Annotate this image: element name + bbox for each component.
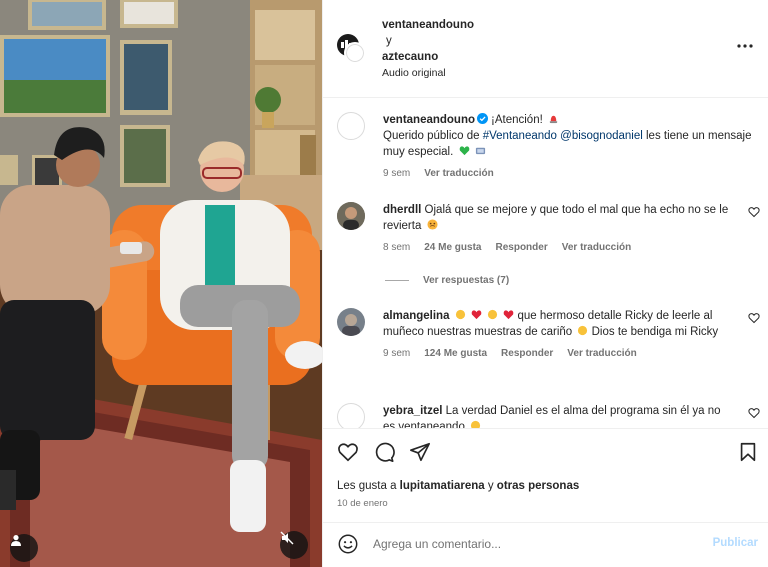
comment-item: almangelina que hermoso detalle Ricky de…	[337, 308, 760, 383]
comment-username[interactable]: dherdll	[383, 204, 421, 216]
avatar-photo	[337, 202, 365, 230]
comment-translate-link[interactable]: Ver traducción	[567, 346, 636, 362]
clap-emoji-icon	[455, 309, 465, 320]
user-tag-icon	[11, 535, 21, 546]
caption-text-start: ¡Atención!	[491, 114, 543, 126]
comment-item: dherdll Ojalá que se mejore y que todo e…	[337, 202, 760, 262]
instagram-post-view: ventaneandouno y aztecauno Audio origina…	[0, 0, 768, 567]
likes-prefix: Les gusta a	[337, 480, 400, 492]
post-media[interactable]	[0, 0, 322, 567]
avatar	[344, 42, 366, 64]
comment-likes[interactable]: 24 Me gusta	[424, 240, 481, 256]
likes-others[interactable]: otras personas	[497, 480, 579, 492]
replies-divider	[385, 280, 409, 281]
user-tag-button[interactable]	[10, 534, 38, 562]
reply-button[interactable]: Responder	[501, 346, 553, 362]
comment-username[interactable]: almangelina	[383, 310, 449, 322]
raised-hands-emoji-icon	[578, 325, 588, 336]
publish-button[interactable]: Publicar	[713, 537, 758, 549]
red-heart-emoji-icon	[471, 310, 482, 320]
likes-user[interactable]: lupitamatiarena	[400, 480, 485, 492]
collab-avatars[interactable]	[337, 34, 373, 70]
comment-translate-link[interactable]: Ver traducción	[562, 240, 631, 256]
tv-emoji-icon	[475, 147, 485, 155]
face-emoji-icon	[427, 219, 438, 230]
emoji-icon[interactable]	[337, 533, 359, 555]
reply-button[interactable]: Responder	[495, 240, 547, 256]
caption-username[interactable]: ventaneandouno	[383, 114, 475, 126]
clap-emoji-icon	[487, 309, 498, 320]
save-icon[interactable]	[737, 441, 759, 463]
likes-summary: Les gusta a lupitamatiarena y otras pers…	[337, 480, 579, 492]
caption-mention[interactable]: @bisognodaniel	[560, 130, 643, 142]
avatar[interactable]	[337, 202, 365, 230]
heart-icon[interactable]	[748, 206, 760, 218]
green-heart-emoji-icon	[459, 146, 469, 156]
heart-icon[interactable]	[337, 441, 359, 463]
avatar[interactable]	[337, 112, 365, 140]
more-options-icon[interactable]	[736, 40, 754, 52]
siren-emoji-icon	[549, 115, 558, 124]
comment-text-end: Dios te bendiga mi Ricky	[591, 326, 719, 338]
mute-icon	[280, 531, 294, 545]
view-replies-button[interactable]: Ver respuestas (7)	[385, 275, 509, 286]
post-date[interactable]: 10 de enero	[337, 498, 388, 509]
audio-label[interactable]: Audio original	[382, 65, 474, 81]
comment-time[interactable]: 8 sem	[383, 240, 410, 256]
raised-hands-emoji-icon	[470, 420, 481, 428]
caption-time[interactable]: 9 sem	[383, 166, 410, 182]
likes-middle: y	[484, 480, 497, 492]
author-conjunction: y	[386, 35, 392, 47]
share-icon[interactable]	[409, 441, 431, 463]
post-authors: ventaneandouno y aztecauno Audio origina…	[382, 17, 474, 81]
heart-icon[interactable]	[748, 407, 760, 419]
heart-icon[interactable]	[748, 312, 760, 324]
post-actions: Les gusta a lupitamatiarena y otras pers…	[323, 428, 768, 523]
avatar[interactable]	[337, 308, 365, 336]
verified-icon	[477, 113, 489, 124]
comments-list[interactable]: ventaneandouno ¡Atención! Querido público…	[323, 98, 768, 428]
comment-username[interactable]: yebra_itzel	[383, 405, 442, 417]
avatar[interactable]	[337, 403, 365, 428]
caption-line2-prefix: Querido público de	[383, 130, 483, 142]
author-username-secondary[interactable]: aztecauno	[382, 49, 474, 65]
view-replies-label: Ver respuestas (7)	[423, 275, 510, 286]
caption-translate-link[interactable]: Ver traducción	[424, 166, 493, 182]
post-caption: ventaneandouno ¡Atención! Querido público…	[337, 112, 760, 182]
caption-hashtag[interactable]: #Ventaneando	[483, 130, 557, 142]
comment-item: yebra_itzel La verdad Daniel es el alma …	[337, 403, 760, 428]
red-heart-emoji-icon	[503, 310, 514, 320]
comment-time[interactable]: 9 sem	[383, 346, 410, 362]
post-photo	[0, 0, 322, 567]
comment-icon[interactable]	[373, 441, 395, 463]
post-header: ventaneandouno y aztecauno Audio origina…	[323, 0, 768, 98]
comment-composer: Publicar	[323, 523, 768, 567]
author-username-primary[interactable]: ventaneandouno	[382, 17, 474, 33]
post-sidebar: ventaneandouno y aztecauno Audio origina…	[322, 0, 768, 567]
mute-button[interactable]	[280, 531, 308, 559]
comment-likes[interactable]: 124 Me gusta	[424, 346, 487, 362]
comment-input[interactable]	[373, 531, 693, 557]
avatar-photo	[337, 308, 365, 336]
